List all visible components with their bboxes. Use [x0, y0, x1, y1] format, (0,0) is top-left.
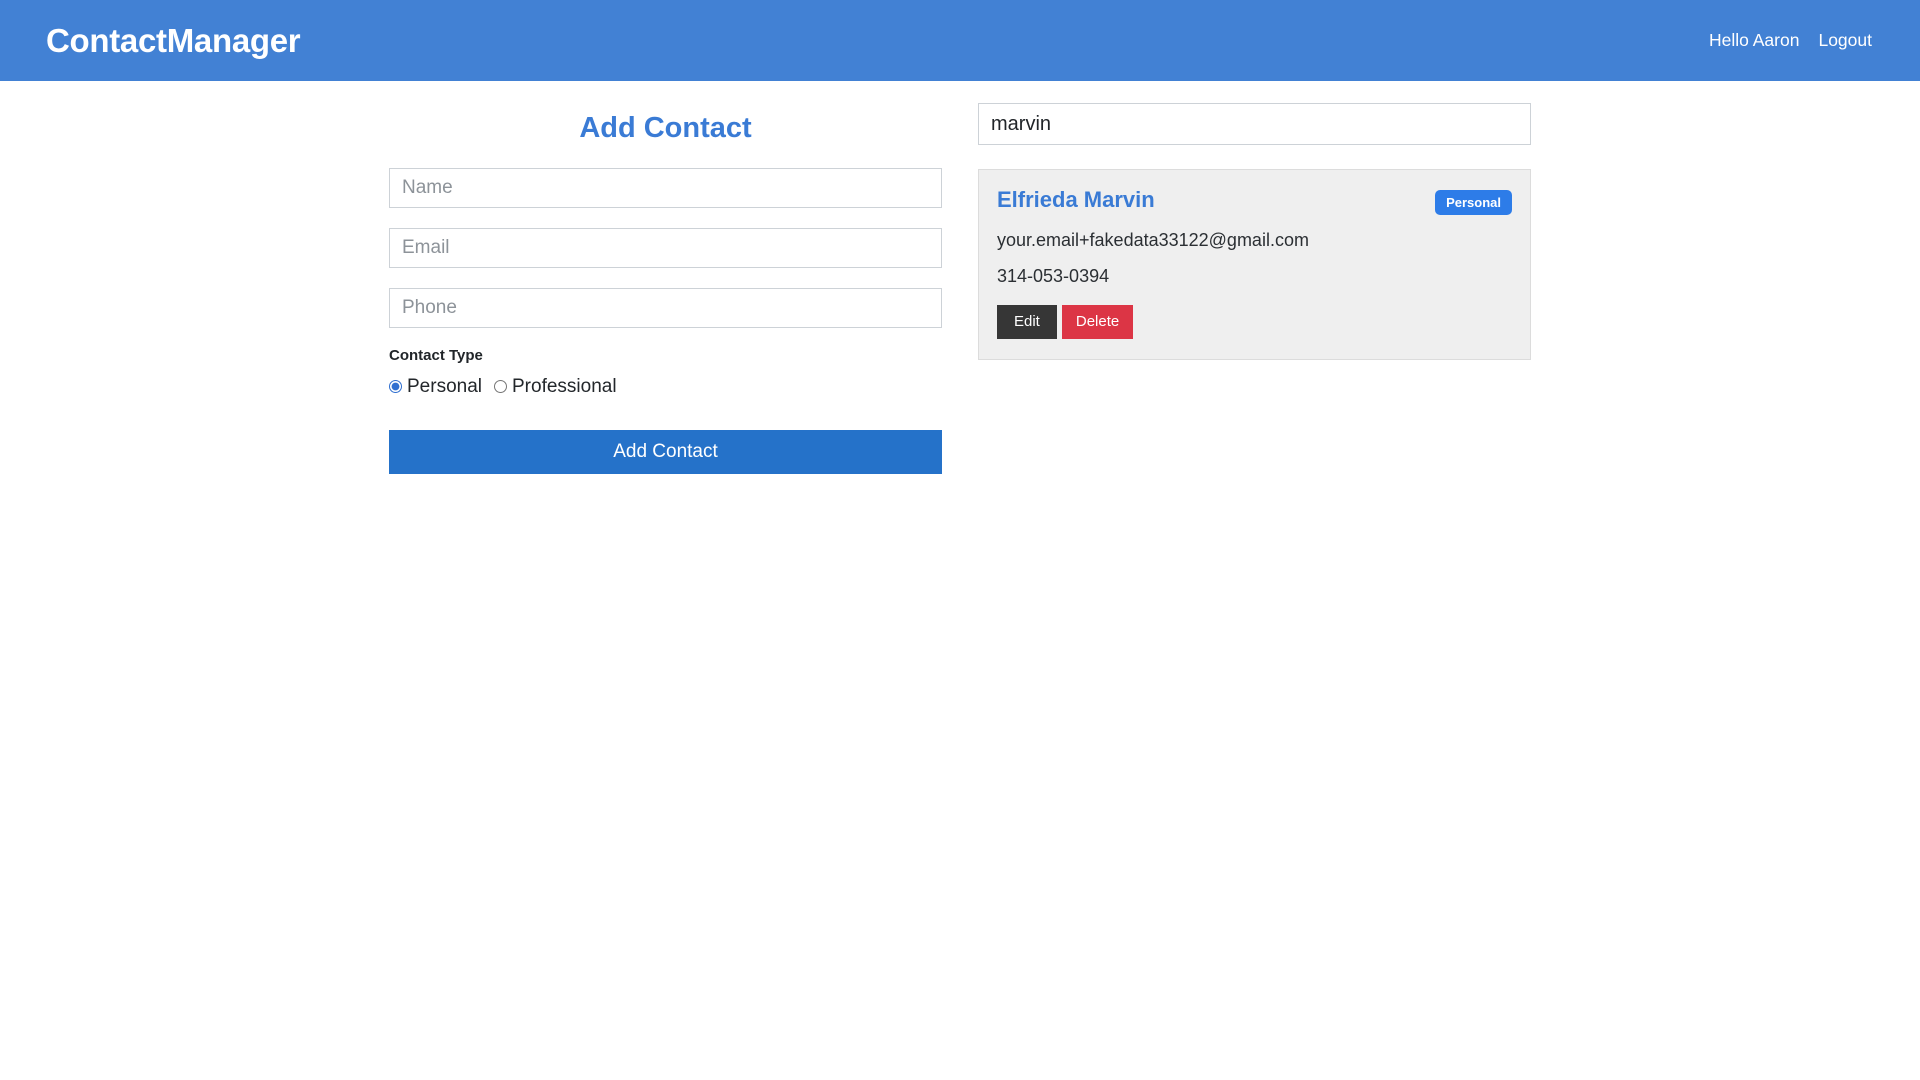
content-row: Add Contact Contact Type Personal Profes…	[0, 81, 1920, 474]
contact-phone: 314-053-0394	[997, 267, 1512, 287]
contact-card: Elfrieda Marvin Personal your.email+fake…	[978, 169, 1531, 360]
radio-professional[interactable]	[494, 380, 507, 393]
radio-personal-label: Personal	[407, 377, 482, 396]
status-badge: Personal	[1435, 190, 1512, 215]
logout-link[interactable]: Logout	[1818, 32, 1872, 50]
contact-type-radio-group: Personal Professional	[389, 377, 942, 396]
contact-type-label: Contact Type	[389, 348, 942, 363]
radio-professional-label: Professional	[512, 377, 617, 396]
page-title: Add Contact	[389, 103, 942, 168]
user-greeting: Hello Aaron	[1709, 32, 1799, 50]
edit-button[interactable]: Edit	[997, 305, 1057, 339]
brand-title[interactable]: ContactManager	[46, 24, 300, 57]
contact-list-column: Elfrieda Marvin Personal your.email+fake…	[978, 103, 1531, 360]
contact-card-header: Elfrieda Marvin Personal	[997, 188, 1512, 215]
delete-button[interactable]: Delete	[1062, 305, 1133, 339]
radio-personal[interactable]	[389, 380, 402, 393]
navbar: ContactManager Hello Aaron Logout	[0, 0, 1920, 81]
search-input[interactable]	[978, 103, 1531, 145]
contact-name[interactable]: Elfrieda Marvin	[997, 188, 1155, 212]
add-contact-form-column: Add Contact Contact Type Personal Profes…	[389, 103, 942, 474]
contact-email: your.email+fakedata33122@gmail.com	[997, 231, 1512, 251]
phone-input[interactable]	[389, 288, 942, 328]
add-contact-button[interactable]: Add Contact	[389, 430, 942, 474]
navbar-actions: Hello Aaron Logout	[1709, 32, 1874, 50]
name-input[interactable]	[389, 168, 942, 208]
page-container: Add Contact Contact Type Personal Profes…	[0, 81, 1920, 474]
email-input[interactable]	[389, 228, 942, 268]
contact-card-actions: Edit Delete	[997, 305, 1512, 339]
